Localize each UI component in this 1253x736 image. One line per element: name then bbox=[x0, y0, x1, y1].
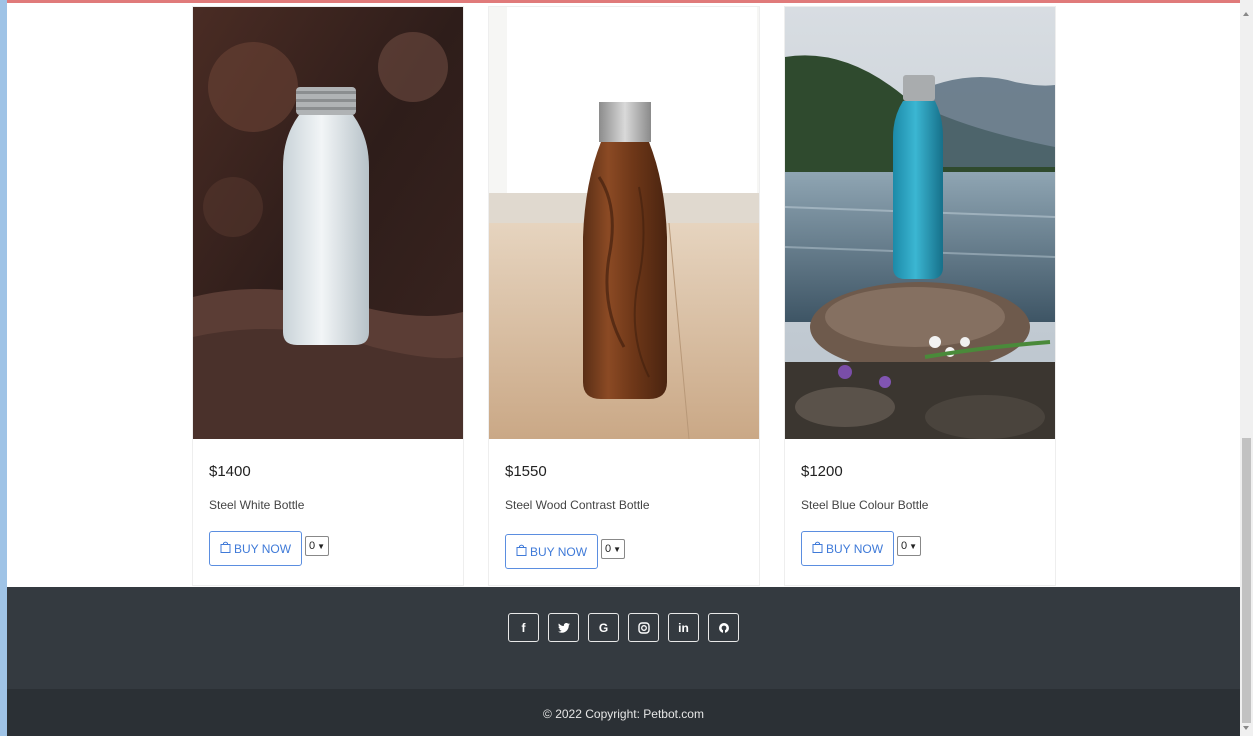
page-frame: $1400 Steel White Bottle BUY NOW 0 ▼ $15… bbox=[7, 0, 1240, 736]
quantity-value: 0 bbox=[309, 540, 316, 552]
chevron-down-icon: ▼ bbox=[317, 541, 326, 551]
scrollbar-thumb[interactable] bbox=[1242, 438, 1251, 723]
buy-now-label: BUY NOW bbox=[233, 541, 292, 556]
product-price: $1200 bbox=[801, 463, 843, 480]
white-bottle-photo bbox=[193, 7, 463, 439]
quantity-value: 0 bbox=[605, 543, 612, 555]
footer-social-bar: f G in bbox=[7, 587, 1240, 689]
product-image[interactable] bbox=[785, 7, 1055, 439]
product-name: Steel Blue Colour Bottle bbox=[801, 498, 929, 512]
product-price: $1400 bbox=[209, 463, 251, 480]
shopping-bag-icon bbox=[812, 541, 823, 556]
instagram-icon[interactable] bbox=[628, 613, 659, 642]
facebook-icon[interactable]: f bbox=[508, 613, 539, 642]
github-icon[interactable] bbox=[708, 613, 739, 642]
chevron-down-icon: ▼ bbox=[909, 541, 918, 551]
linkedin-icon[interactable]: in bbox=[668, 613, 699, 642]
product-name: Steel Wood Contrast Bottle bbox=[505, 498, 650, 512]
twitter-icon[interactable] bbox=[548, 613, 579, 642]
page-scrollbar[interactable] bbox=[1240, 0, 1253, 736]
buy-now-label: BUY NOW bbox=[825, 541, 884, 556]
quantity-select[interactable]: 0 ▼ bbox=[601, 539, 625, 559]
scroll-up-icon[interactable] bbox=[1243, 12, 1249, 16]
blue-bottle-photo bbox=[785, 7, 1055, 439]
product-card: $1550 Steel Wood Contrast Bottle BUY NOW… bbox=[488, 6, 760, 586]
google-icon[interactable]: G bbox=[588, 613, 619, 642]
footer-copyright: © 2022 Copyright: Petbot.com bbox=[7, 689, 1240, 736]
product-image[interactable] bbox=[193, 7, 463, 439]
buy-now-button[interactable]: BUY NOW bbox=[209, 531, 302, 566]
quantity-select[interactable]: 0 ▼ bbox=[305, 536, 329, 556]
product-price: $1550 bbox=[505, 463, 547, 480]
quantity-select[interactable]: 0 ▼ bbox=[897, 536, 921, 556]
product-image[interactable] bbox=[489, 7, 759, 439]
buy-now-label: BUY NOW bbox=[529, 544, 588, 559]
chevron-down-icon: ▼ bbox=[613, 544, 622, 554]
buy-now-button[interactable]: BUY NOW bbox=[505, 534, 598, 569]
shopping-bag-icon bbox=[516, 544, 527, 559]
wood-bottle-photo bbox=[489, 7, 759, 439]
buy-now-button[interactable]: BUY NOW bbox=[801, 531, 894, 566]
quantity-value: 0 bbox=[901, 540, 908, 552]
shopping-bag-icon bbox=[220, 541, 231, 556]
social-links: f G in bbox=[508, 613, 739, 642]
product-name: Steel White Bottle bbox=[209, 498, 305, 512]
product-card: $1200 Steel Blue Colour Bottle BUY NOW 0… bbox=[784, 6, 1056, 586]
scroll-down-icon[interactable] bbox=[1243, 726, 1249, 730]
product-card: $1400 Steel White Bottle BUY NOW 0 ▼ bbox=[192, 6, 464, 586]
